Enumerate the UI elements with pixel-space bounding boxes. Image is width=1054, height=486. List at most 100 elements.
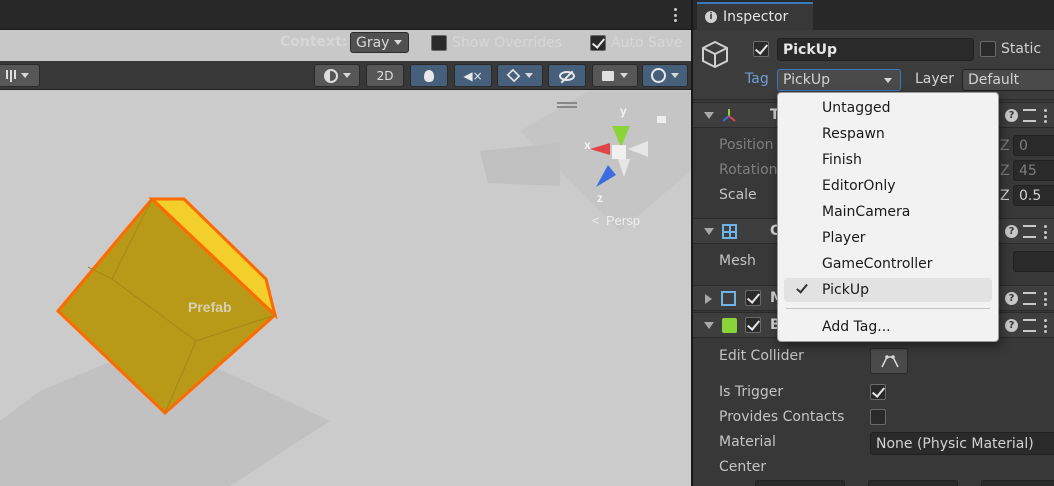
gizmo-x-label: x [584, 138, 591, 152]
object-active-checkbox[interactable] [753, 41, 769, 57]
center-z-field[interactable] [981, 480, 1054, 486]
speaker-muted-icon: ◀× [463, 68, 483, 83]
object-prefab-label: Prefab [188, 299, 232, 315]
fold-open-icon[interactable] [704, 228, 714, 235]
tag-option-pickup[interactable]: PickUp [784, 278, 992, 302]
fold-open-icon[interactable] [704, 112, 714, 119]
tag-option-label: PickUp [822, 282, 869, 298]
position-z-axis: Z [1000, 138, 1010, 154]
context-label: Context: [280, 34, 348, 50]
context-dropdown[interactable]: Gray [350, 32, 409, 53]
component-menu-icon[interactable] [1043, 109, 1047, 123]
mesh-field[interactable] [1013, 251, 1054, 272]
preset-sliders-icon[interactable] [1023, 225, 1036, 238]
rotation-z-field[interactable]: 45 [1013, 160, 1054, 181]
provides-contacts-checkbox[interactable] [870, 409, 886, 425]
center-y-field[interactable] [868, 480, 958, 486]
tag-value: PickUp [783, 72, 830, 88]
transform-axes-icon [722, 109, 736, 122]
cube-icon [702, 40, 728, 68]
context-value: Gray [356, 34, 390, 51]
help-icon[interactable]: ? [1005, 109, 1018, 122]
tab-inspector[interactable]: i Inspector [697, 2, 813, 30]
box-collider-enabled-checkbox[interactable] [745, 317, 761, 333]
component-menu-icon[interactable] [1043, 319, 1047, 333]
chevron-down-icon [20, 73, 29, 78]
is-trigger-checkbox[interactable] [870, 384, 886, 400]
shading-mode-button[interactable] [314, 64, 360, 87]
gizmos-dropdown-button[interactable] [642, 64, 688, 87]
object-name-field[interactable]: PickUp [777, 38, 974, 61]
lightbulb-icon [424, 69, 434, 82]
gizmo-center-cube[interactable] [612, 145, 626, 159]
provides-contacts-label: Provides Contacts [719, 409, 845, 425]
tag-option-editoronly[interactable]: EditorOnly [784, 174, 992, 198]
preset-sliders-icon[interactable] [1023, 292, 1036, 305]
grid-icon [722, 224, 737, 239]
material-field[interactable]: None (Physic Material) [870, 432, 1054, 455]
projection-label[interactable]: Persp [606, 213, 640, 228]
mesh-renderer-icon [721, 291, 736, 306]
edit-collider-button[interactable] [870, 348, 908, 374]
scene-options-icon[interactable] [673, 8, 677, 22]
tag-option-label: GameController [822, 256, 933, 272]
help-icon[interactable]: ? [1005, 292, 1018, 305]
component-menu-icon[interactable] [1043, 292, 1047, 306]
camera-dropdown-button[interactable] [592, 64, 638, 87]
edit-collider-icon [881, 355, 899, 368]
gizmo-z-label: z [597, 191, 603, 205]
show-overrides-checkbox[interactable] [431, 35, 447, 51]
gizmo-handle-icon [557, 106, 577, 108]
scale-z-field[interactable]: 0.5 [1013, 185, 1054, 206]
auto-save-checkbox[interactable] [590, 35, 606, 51]
tag-option-finish[interactable]: Finish [784, 148, 992, 172]
tag-option-player[interactable]: Player [784, 226, 992, 250]
position-label: Position [719, 137, 774, 153]
gizmo-handle-icon[interactable] [557, 102, 577, 104]
help-icon[interactable]: ? [1005, 225, 1018, 238]
rotation-label: Rotation [719, 162, 778, 178]
effects-dropdown-button[interactable] [497, 64, 543, 87]
lighting-toggle-button[interactable] [410, 64, 448, 87]
position-z-field[interactable]: 0 [1013, 135, 1054, 156]
gizmo-globe-icon [651, 68, 666, 83]
tag-option-respawn[interactable]: Respawn [784, 122, 992, 146]
mesh-renderer-enabled-checkbox[interactable] [745, 290, 761, 306]
help-icon[interactable]: ? [1005, 319, 1018, 332]
center-x-field[interactable] [755, 480, 845, 486]
scene-view[interactable]: Context: Gray Show Overrides Auto Save 2… [0, 0, 691, 486]
mode-2d-button[interactable]: 2D [366, 64, 404, 87]
tag-option-maincamera[interactable]: MainCamera [784, 200, 992, 224]
layer-value: Default [968, 72, 1020, 88]
preset-sliders-icon[interactable] [1023, 319, 1036, 332]
lock-icon[interactable] [657, 116, 666, 123]
scene-viewport[interactable]: Prefab y x z Persp < [0, 91, 691, 486]
show-overrides-label: Show Overrides [452, 35, 563, 51]
fold-closed-icon[interactable] [705, 294, 712, 304]
tag-option-label: Untagged [822, 100, 891, 116]
tag-option-untagged[interactable]: Untagged [784, 96, 992, 120]
tag-label: Tag [745, 71, 769, 87]
mesh-label: Mesh [719, 253, 756, 269]
tag-option-gamecontroller[interactable]: GameController [784, 252, 992, 276]
tag-dropdown-field[interactable]: PickUp [777, 69, 901, 91]
scene-visibility-button[interactable] [548, 64, 586, 87]
effects-icon [506, 68, 521, 83]
chevron-left-icon: < [592, 213, 600, 228]
tag-option-label: Player [822, 230, 866, 246]
tag-option-label: Respawn [822, 126, 885, 142]
audio-meter-button[interactable] [0, 64, 40, 87]
sphere-icon [323, 68, 338, 83]
audio-toggle-button[interactable]: ◀× [454, 64, 492, 87]
fold-open-icon[interactable] [704, 322, 714, 329]
chevron-down-icon [342, 73, 351, 78]
static-checkbox[interactable] [980, 41, 996, 57]
layer-dropdown-field[interactable]: Default [962, 69, 1054, 91]
add-tag-option[interactable]: Add Tag... [784, 315, 992, 339]
component-menu-icon[interactable] [1043, 225, 1047, 239]
scale-label: Scale [719, 187, 757, 203]
preset-sliders-icon[interactable] [1023, 109, 1036, 122]
chevron-down-icon [525, 73, 533, 78]
is-trigger-label: Is Trigger [719, 384, 784, 400]
center-label: Center [719, 459, 767, 475]
